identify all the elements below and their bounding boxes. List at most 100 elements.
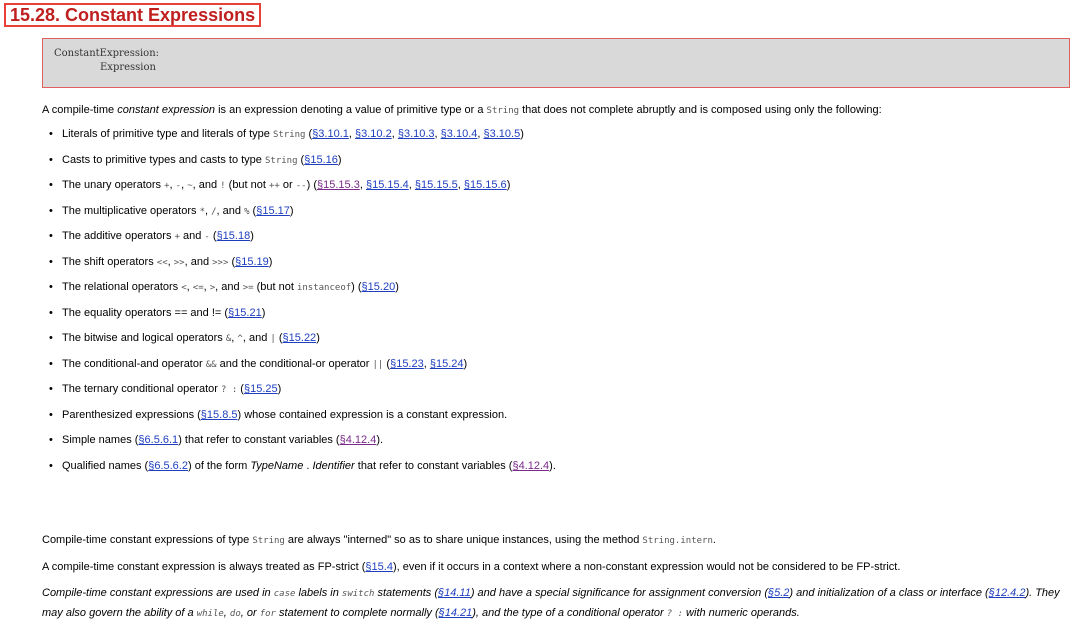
- code-token: ? :: [220, 385, 238, 395]
- code-token: switch: [341, 589, 375, 599]
- item-text: ): [395, 281, 399, 293]
- section-link[interactable]: §3.10.2: [355, 128, 392, 140]
- code-token: String.intern: [642, 536, 713, 546]
- code-token: String: [252, 536, 285, 546]
- list-item: The additive operators + and - (§15.18): [42, 229, 1042, 255]
- item-text: ): [316, 332, 320, 344]
- item-text: (: [237, 383, 244, 395]
- item-text: The ternary conditional operator: [62, 383, 221, 395]
- item-text: and: [187, 306, 212, 319]
- item-text: ) (: [351, 281, 362, 293]
- item-text: ): [268, 255, 273, 268]
- section-link[interactable]: §15.22: [283, 332, 317, 344]
- para-text: are always "interned" so as to share uni…: [284, 534, 643, 546]
- code-token: ==: [174, 306, 188, 319]
- code-token: for: [259, 609, 276, 619]
- section-link[interactable]: §3.10.3: [398, 128, 435, 140]
- section-link[interactable]: §15.21: [228, 307, 262, 319]
- section-link[interactable]: §14.11: [438, 587, 471, 599]
- section-link[interactable]: §5.2: [768, 587, 789, 599]
- item-text: (but not: [253, 281, 297, 293]
- list-item: Casts to primitive types and casts to ty…: [42, 153, 1042, 179]
- intro-term: constant expression: [117, 104, 216, 116]
- section-link[interactable]: §12.4.2: [989, 587, 1026, 599]
- section-link[interactable]: §15.15.5: [415, 179, 458, 191]
- item-text: , and: [184, 255, 213, 268]
- code-token: do: [229, 609, 241, 619]
- note-text: ) and initialization of a class or inter…: [789, 587, 989, 599]
- item-text: The equality operators: [62, 306, 175, 319]
- grammar-production: ConstantExpression: Expression: [42, 38, 1070, 88]
- item-text: ) of the form: [187, 459, 251, 472]
- code-token: <<: [156, 257, 168, 268]
- item-text: , and: [216, 204, 245, 217]
- code-token: >>>: [212, 257, 229, 268]
- section-link[interactable]: §15.24: [430, 358, 464, 370]
- item-text: ): [337, 153, 342, 166]
- para-text: A compile-time constant expression is al…: [42, 561, 366, 573]
- section-link[interactable]: §15.20: [362, 281, 396, 293]
- item-text: that refer to constant variables (: [354, 459, 513, 472]
- list-item: The unary operators +, -, ~, and ! (but …: [42, 178, 1042, 204]
- section-link[interactable]: §4.12.4: [512, 460, 549, 472]
- para-text: .: [712, 534, 716, 546]
- item-text: ): [277, 383, 282, 395]
- interning-paragraph: Compile-time constant expressions of typ…: [42, 533, 716, 549]
- section-link[interactable]: §15.16: [304, 154, 338, 166]
- intro-paragraph: A compile-time constant expression is an…: [42, 103, 882, 119]
- para-text: ), even if it occurs in a context where …: [392, 561, 901, 573]
- item-text: The bitwise and logical operators: [62, 332, 226, 344]
- section-link[interactable]: §3.10.1: [312, 128, 349, 140]
- note-text: statement to complete normally (: [275, 607, 439, 619]
- item-text: The multiplicative operators: [62, 204, 200, 217]
- section-link[interactable]: §15.25: [244, 383, 278, 395]
- section-link[interactable]: §15.15.4: [366, 179, 409, 191]
- note-text: statements (: [374, 587, 438, 599]
- section-link[interactable]: §3.10.5: [484, 128, 521, 140]
- code-token: &&: [205, 359, 217, 370]
- item-text: ).: [376, 434, 384, 446]
- list-item: The equality operators == and != (§15.21…: [42, 306, 1042, 332]
- section-link[interactable]: §4.12.4: [340, 434, 377, 446]
- section-link[interactable]: §6.5.6.1: [138, 434, 178, 446]
- note-text: with numeric operands.: [683, 607, 800, 619]
- note-text: ) and have a special significance for as…: [470, 587, 768, 599]
- list-item: The shift operators <<, >>, and >>> (§15…: [42, 255, 1042, 281]
- section-link[interactable]: §14.21: [439, 607, 473, 619]
- list-item: The relational operators <, <=, >, and >…: [42, 280, 1042, 306]
- item-text: ) whose contained expression is a consta…: [237, 408, 508, 421]
- item-text: or: [279, 179, 296, 191]
- section-link[interactable]: §15.23: [390, 358, 424, 370]
- item-term: Identifier: [312, 459, 355, 472]
- section-link[interactable]: §3.10.4: [441, 128, 478, 140]
- item-text: (but not: [225, 179, 270, 191]
- item-text: The conditional-and operator: [62, 357, 206, 370]
- section-title-box: 15.28. Constant Expressions: [4, 3, 262, 27]
- section-link[interactable]: §15.18: [217, 230, 251, 242]
- code-token: <=: [192, 283, 204, 293]
- section-link[interactable]: §15.15.6: [464, 179, 507, 191]
- item-text: Casts to primitive types and casts to ty…: [62, 153, 265, 166]
- section-link[interactable]: §15.19: [235, 256, 269, 268]
- code-token: instanceof: [296, 283, 352, 293]
- code-token: case: [273, 589, 296, 599]
- list-item: The multiplicative operators *, /, and %…: [42, 204, 1042, 230]
- item-text: , and: [242, 332, 271, 344]
- list-item: The conditional-and operator && and the …: [42, 357, 1042, 383]
- intro-text: that does not complete abruptly and is c…: [519, 104, 882, 116]
- code-string: String: [486, 106, 520, 116]
- section-link[interactable]: §6.5.6.2: [148, 460, 188, 472]
- section-link[interactable]: §15.8.5: [201, 409, 238, 421]
- section-link[interactable]: §15.17: [256, 205, 290, 217]
- item-text: Literals of primitive type and literals …: [62, 128, 273, 140]
- section-link[interactable]: §15.4: [365, 561, 393, 573]
- grammar-lhs: ConstantExpression:: [54, 48, 160, 59]
- note-text: labels in: [295, 587, 342, 599]
- allowed-constructs-list: Literals of primitive type and literals …: [42, 127, 1042, 484]
- intro-text: A compile-time: [42, 104, 118, 116]
- code-token: >>: [173, 257, 185, 268]
- intro-text: is an expression denoting a value of pri…: [215, 104, 487, 116]
- item-text: The unary operators: [62, 179, 165, 191]
- section-link[interactable]: §15.15.3: [317, 179, 360, 191]
- code-token: ||: [372, 359, 384, 370]
